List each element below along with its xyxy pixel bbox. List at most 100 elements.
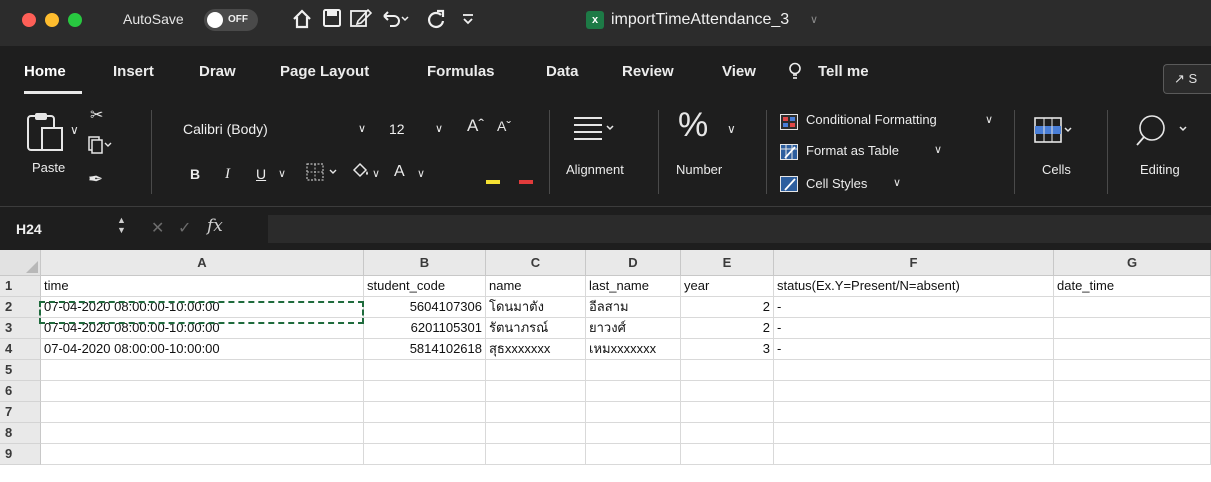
fill-color-chevron-icon[interactable]: ∨ xyxy=(372,169,380,180)
cell-f1[interactable]: status(Ex.Y=Present/N=absent) xyxy=(774,276,1054,297)
cut-icon[interactable]: ✂ xyxy=(90,108,103,124)
name-box[interactable]: H24 xyxy=(16,219,42,239)
row-header-3[interactable]: 3 xyxy=(0,318,41,339)
cell-f9[interactable] xyxy=(774,444,1054,465)
cell-styles-icon[interactable] xyxy=(780,176,798,196)
confirm-icon[interactable]: ✓ xyxy=(178,218,191,238)
cell-g9[interactable] xyxy=(1054,444,1211,465)
undo-icon[interactable] xyxy=(380,8,410,34)
tab-home[interactable]: Home xyxy=(24,62,66,82)
share-button[interactable]: ↗ S xyxy=(1163,64,1211,94)
cell-d6[interactable] xyxy=(586,381,681,402)
cell-g6[interactable] xyxy=(1054,381,1211,402)
font-size-combo[interactable]: 12 ∨ xyxy=(389,116,451,142)
cell-f3[interactable]: - xyxy=(774,318,1054,339)
cell-f5[interactable] xyxy=(774,360,1054,381)
cell-b4[interactable]: 5814102618 xyxy=(364,339,486,360)
cell-a4[interactable]: 07-04-2020 08:00:00-10:00:00 xyxy=(41,339,364,360)
borders-icon[interactable] xyxy=(306,162,342,186)
cell-c8[interactable] xyxy=(486,423,586,444)
alignment-icon[interactable] xyxy=(572,114,616,146)
cell-e9[interactable] xyxy=(681,444,774,465)
underline-button[interactable]: U xyxy=(256,166,266,182)
cell-d3[interactable]: ยาวงศ์ xyxy=(586,318,681,339)
cell-b8[interactable] xyxy=(364,423,486,444)
edit-icon[interactable] xyxy=(350,8,373,34)
number-format-chevron-icon[interactable]: ∨ xyxy=(727,123,736,135)
cell-a1[interactable]: time xyxy=(41,276,364,297)
font-name-combo[interactable]: Calibri (Body) ∨ xyxy=(183,116,383,142)
cell-e1[interactable]: year xyxy=(681,276,774,297)
cell-g3[interactable] xyxy=(1054,318,1211,339)
paste-icon[interactable] xyxy=(26,110,66,158)
row-header-1[interactable]: 1 xyxy=(0,276,41,297)
name-box-stepper-icon[interactable]: ▲ ▼ xyxy=(117,215,126,235)
zoom-window-button[interactable] xyxy=(68,13,82,27)
increase-font-size-icon[interactable]: Aˆ xyxy=(467,117,484,134)
row-header-9[interactable]: 9 xyxy=(0,444,41,465)
home-icon[interactable] xyxy=(291,8,313,36)
cell-c2[interactable]: โดนมาตัง xyxy=(486,297,586,318)
cell-d9[interactable] xyxy=(586,444,681,465)
document-title[interactable]: importTimeAttendance_3 xyxy=(611,10,789,30)
cell-e2[interactable]: 2 xyxy=(681,297,774,318)
cell-f2[interactable]: - xyxy=(774,297,1054,318)
underline-options-chevron-icon[interactable]: ∨ xyxy=(278,169,286,180)
cell-e8[interactable] xyxy=(681,423,774,444)
search-icon[interactable] xyxy=(1136,114,1192,150)
copy-icon[interactable] xyxy=(88,136,112,158)
chevron-down-icon[interactable]: ∨ xyxy=(934,145,942,156)
column-header-f[interactable]: F xyxy=(774,250,1054,276)
cell-b2[interactable]: 5604107306 xyxy=(364,297,486,318)
fill-color-icon[interactable] xyxy=(351,162,371,182)
cell-g2[interactable] xyxy=(1054,297,1211,318)
cell-g4[interactable] xyxy=(1054,339,1211,360)
redo-icon[interactable] xyxy=(425,8,447,36)
cell-b7[interactable] xyxy=(364,402,486,423)
column-header-a[interactable]: A xyxy=(41,250,364,276)
cell-d5[interactable] xyxy=(586,360,681,381)
cell-c9[interactable] xyxy=(486,444,586,465)
cell-b3[interactable]: 6201105301 xyxy=(364,318,486,339)
cell-g1[interactable]: date_time xyxy=(1054,276,1211,297)
cell-e6[interactable] xyxy=(681,381,774,402)
font-color-chevron-icon[interactable]: ∨ xyxy=(417,169,425,180)
cell-d7[interactable] xyxy=(586,402,681,423)
tab-draw[interactable]: Draw xyxy=(199,62,236,82)
chevron-down-icon[interactable]: ∨ xyxy=(985,115,993,126)
conditional-formatting-button[interactable]: Conditional Formatting xyxy=(806,112,937,128)
cell-f6[interactable] xyxy=(774,381,1054,402)
italic-button[interactable]: I xyxy=(225,166,230,182)
cell-c6[interactable] xyxy=(486,381,586,402)
cell-c7[interactable] xyxy=(486,402,586,423)
tab-review[interactable]: Review xyxy=(622,62,674,82)
cell-f8[interactable] xyxy=(774,423,1054,444)
cell-c1[interactable]: name xyxy=(486,276,586,297)
chevron-down-icon[interactable]: ∨ xyxy=(810,13,818,26)
cell-g8[interactable] xyxy=(1054,423,1211,444)
cell-b6[interactable] xyxy=(364,381,486,402)
cell-e5[interactable] xyxy=(681,360,774,381)
cell-a8[interactable] xyxy=(41,423,364,444)
cell-d8[interactable] xyxy=(586,423,681,444)
column-header-e[interactable]: E xyxy=(681,250,774,276)
row-header-5[interactable]: 5 xyxy=(0,360,41,381)
cancel-icon[interactable]: ✕ xyxy=(151,218,164,238)
column-header-g[interactable]: G xyxy=(1054,250,1211,276)
cell-e4[interactable]: 3 xyxy=(681,339,774,360)
row-header-2[interactable]: 2 xyxy=(0,297,41,318)
tab-data[interactable]: Data xyxy=(546,62,579,82)
format-as-table-icon[interactable] xyxy=(780,144,798,164)
cell-e3[interactable]: 2 xyxy=(681,318,774,339)
font-color-icon[interactable]: A xyxy=(394,164,405,180)
column-header-b[interactable]: B xyxy=(364,250,486,276)
row-header-6[interactable]: 6 xyxy=(0,381,41,402)
bold-button[interactable]: B xyxy=(190,166,200,182)
cell-d1[interactable]: last_name xyxy=(586,276,681,297)
format-as-table-button[interactable]: Format as Table xyxy=(806,143,899,159)
format-painter-icon[interactable]: ✒ xyxy=(88,170,103,188)
tell-me-search[interactable]: Tell me xyxy=(818,62,869,82)
cell-f4[interactable]: - xyxy=(774,339,1054,360)
cell-e7[interactable] xyxy=(681,402,774,423)
cell-d2[interactable]: อีลสาม xyxy=(586,297,681,318)
